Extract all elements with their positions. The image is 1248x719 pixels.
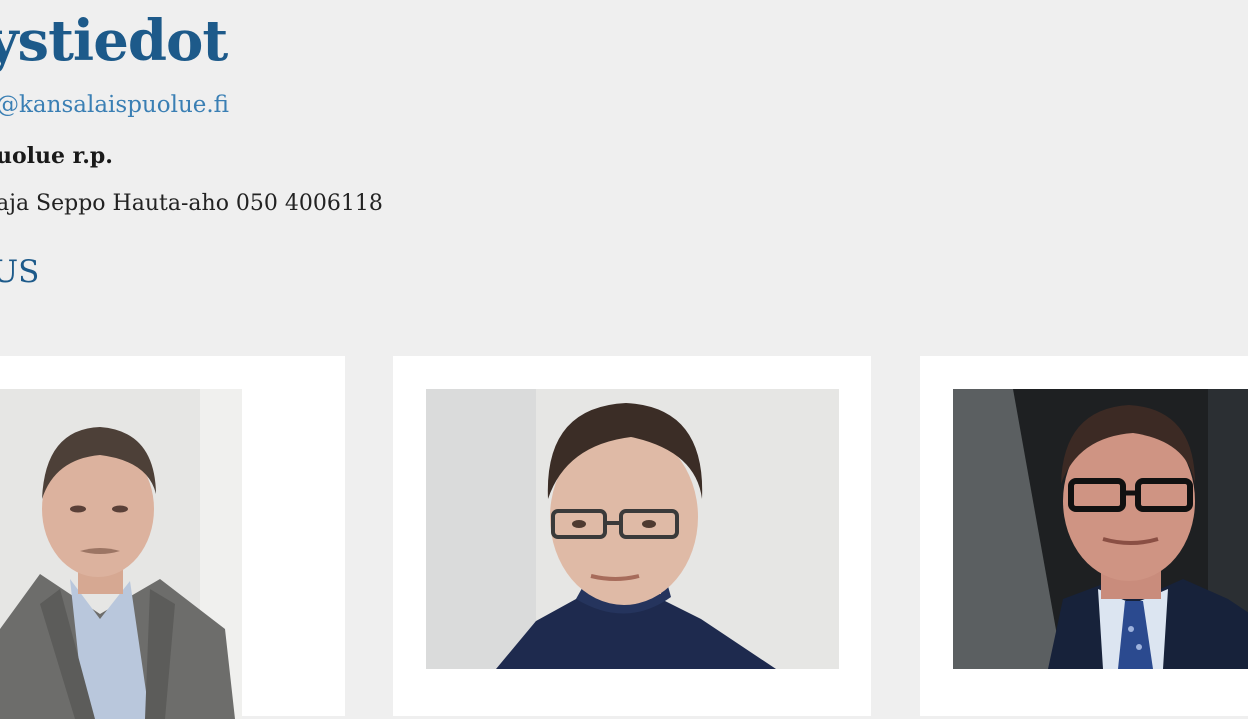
person-card — [393, 356, 871, 716]
person-card — [0, 356, 345, 719]
section-heading: US — [0, 254, 40, 290]
person-photo — [953, 389, 1248, 669]
email-link[interactable]: @kansalaispuolue.fi — [0, 92, 229, 118]
page-heading: ystiedot — [0, 8, 228, 74]
contact-person: aja Seppo Hauta-aho 050 4006118 — [0, 191, 383, 216]
person-photo — [0, 389, 242, 719]
organization-name: uolue r.p. — [0, 143, 113, 169]
person-photo — [426, 389, 839, 669]
person-card — [920, 356, 1248, 716]
